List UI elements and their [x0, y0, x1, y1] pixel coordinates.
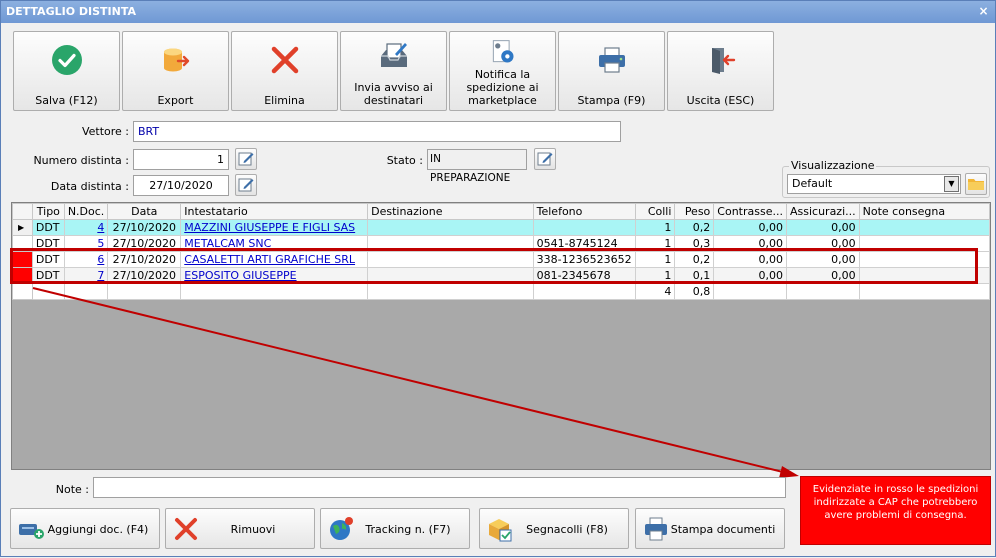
warning-callout: Evidenziate in rosso le spedizioni indir…	[800, 476, 991, 545]
tracking-label: Tracking n. (F7)	[365, 523, 451, 536]
note-label: Note :	[55, 483, 89, 496]
callout-arrow	[32, 287, 799, 478]
note-field[interactable]	[93, 477, 786, 498]
remove-label: Rimuovi	[230, 523, 276, 536]
print-documents-label: Stampa documenti	[670, 523, 776, 536]
add-document-label: Aggiungi doc. (F4)	[47, 523, 149, 536]
package-labels-button[interactable]: Segnacolli (F8)	[479, 508, 629, 549]
add-document-button[interactable]: Aggiungi doc. (F4)	[10, 508, 160, 549]
tracking-button[interactable]: Tracking n. (F7)	[320, 508, 470, 549]
dettaglio-distinta-window: DETTAGLIO DISTINTA × Salva (F12) Export …	[0, 0, 996, 557]
print-documents-button[interactable]: Stampa documenti	[635, 508, 785, 549]
remove-button[interactable]: Rimuovi	[165, 508, 315, 549]
package-labels-label: Segnacolli (F8)	[526, 523, 608, 536]
